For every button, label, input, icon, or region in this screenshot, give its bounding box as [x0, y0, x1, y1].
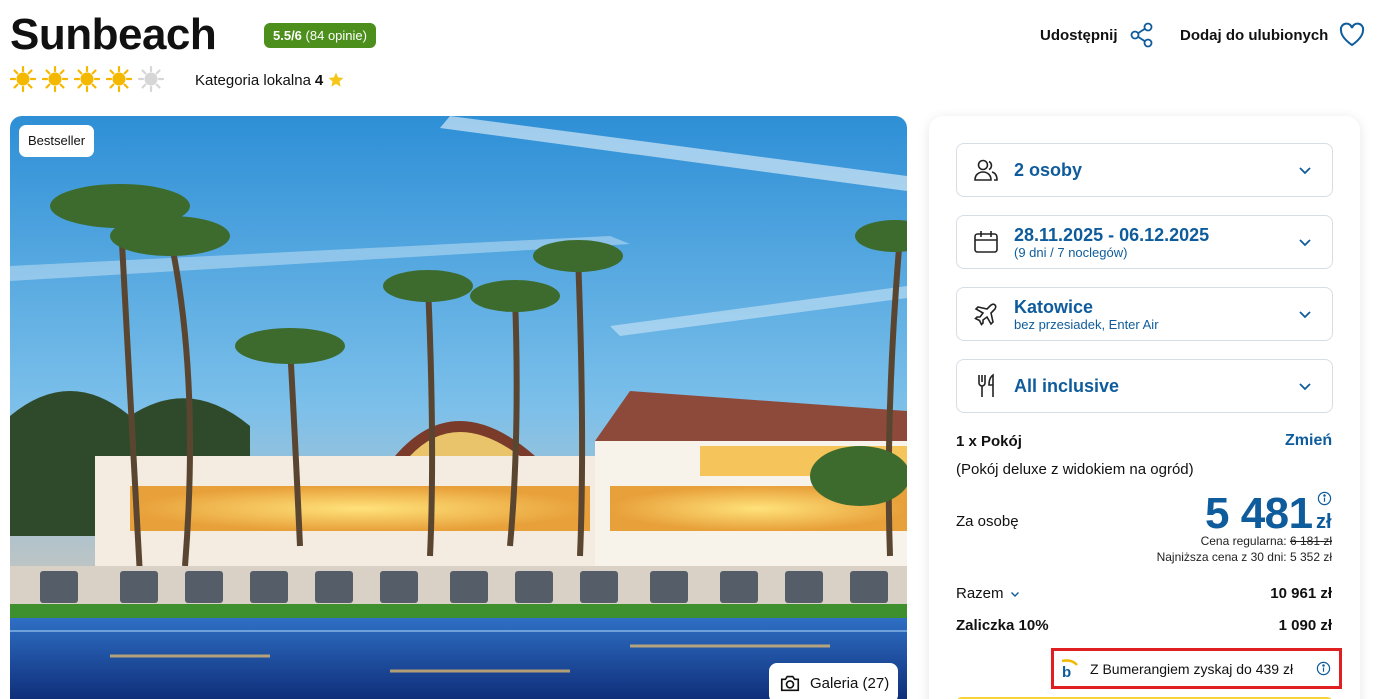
change-room-link[interactable]: Zmień	[1285, 432, 1332, 450]
departure-value: Katowice	[1014, 296, 1094, 317]
heart-icon	[1340, 22, 1365, 47]
gallery-label: Galeria (27)	[810, 674, 890, 692]
chevron-down-icon	[1299, 239, 1311, 247]
bumerang-logo-icon: b	[1061, 658, 1078, 680]
bumerang-promo[interactable]: b Z Bumerangiem zyskaj do 439 zł	[1051, 648, 1342, 689]
departure-details: bez przesiadek, Enter Air	[1014, 316, 1159, 332]
dates-value: 28.11.2025 - 06.12.2025	[1014, 224, 1210, 245]
hotel-photo[interactable]	[10, 116, 907, 699]
price-currency: zł	[1316, 511, 1332, 533]
room-type: (Pokój deluxe z widokiem na ogród)	[956, 461, 1194, 478]
local-category-value: 4	[314, 71, 324, 89]
camera-icon	[780, 675, 800, 692]
plane-icon	[974, 303, 997, 326]
total-toggle[interactable]: Razem	[956, 585, 1020, 602]
info-icon[interactable]	[1316, 661, 1331, 676]
per-person-label: Za osobę	[956, 513, 1019, 530]
regular-price: Cena regularna: 6 181 zł	[1201, 534, 1332, 548]
rating-score: 5.5/6	[273, 28, 302, 43]
regular-price-label: Cena regularna:	[1200, 534, 1287, 548]
share-label: Udostępnij	[1040, 26, 1118, 44]
chevron-down-icon	[1299, 167, 1311, 175]
rating-reviews: (84 opinie)	[305, 28, 367, 43]
users-icon	[974, 159, 998, 181]
bestseller-badge: Bestseller	[19, 125, 95, 157]
board-select[interactable]: All inclusive	[956, 359, 1333, 413]
svg-text:b: b	[1062, 664, 1071, 680]
dates-duration: (9 dni / 7 noclegów)	[1014, 244, 1128, 260]
sun-filled-icon	[42, 66, 68, 92]
local-category: Kategoria lokalna 4	[195, 71, 345, 89]
rating-badge[interactable]: 5.5/6 (84 opinie)	[264, 23, 376, 48]
share-icon	[1130, 22, 1152, 48]
regular-price-value: 6 181 zł	[1289, 534, 1332, 548]
persons-value: 2 osoby	[1014, 160, 1083, 180]
sun-empty-icon	[138, 66, 164, 92]
dates-select[interactable]: 28.11.2025 - 06.12.2025 (9 dni / 7 nocle…	[956, 215, 1333, 269]
cutlery-icon	[978, 373, 994, 397]
persons-select[interactable]: 2 osoby	[956, 143, 1333, 197]
total-value: 10 961 zł	[1270, 585, 1332, 602]
hotel-title: Sunbeach	[10, 10, 217, 59]
deposit-value: 1 090 zł	[1278, 617, 1332, 634]
calendar-icon	[974, 231, 998, 253]
info-icon[interactable]	[1317, 491, 1332, 506]
board-value: All inclusive	[1014, 376, 1120, 396]
room-quantity: 1 x Pokój	[956, 433, 1022, 450]
sun-rating	[10, 66, 164, 92]
star-icon	[328, 72, 344, 87]
favorite-label: Dodaj do ulubionych	[1180, 26, 1329, 44]
price-value: 5 481	[1205, 489, 1313, 538]
sun-filled-icon	[10, 66, 36, 92]
departure-select[interactable]: Katowice bez przesiadek, Enter Air	[956, 287, 1333, 341]
local-category-label: Kategoria lokalna	[195, 71, 311, 89]
lowest-price-30-days: Najniższa cena z 30 dni: 5 352 zł	[1156, 550, 1332, 564]
gallery-button[interactable]: Galeria (27)	[769, 663, 898, 699]
total-label: Razem	[956, 585, 1004, 602]
favorite-button[interactable]: Dodaj do ulubionych	[1180, 21, 1366, 49]
chevron-down-icon	[1299, 383, 1311, 391]
bumerang-text: Z Bumerangiem zyskaj do 439 zł	[1090, 660, 1294, 677]
chevron-down-icon	[1010, 591, 1019, 597]
sun-filled-icon	[106, 66, 132, 92]
sun-filled-icon	[74, 66, 100, 92]
deposit-label: Zaliczka 10%	[956, 617, 1049, 634]
share-button[interactable]: Udostępnij	[1040, 21, 1156, 49]
chevron-down-icon	[1299, 311, 1311, 319]
